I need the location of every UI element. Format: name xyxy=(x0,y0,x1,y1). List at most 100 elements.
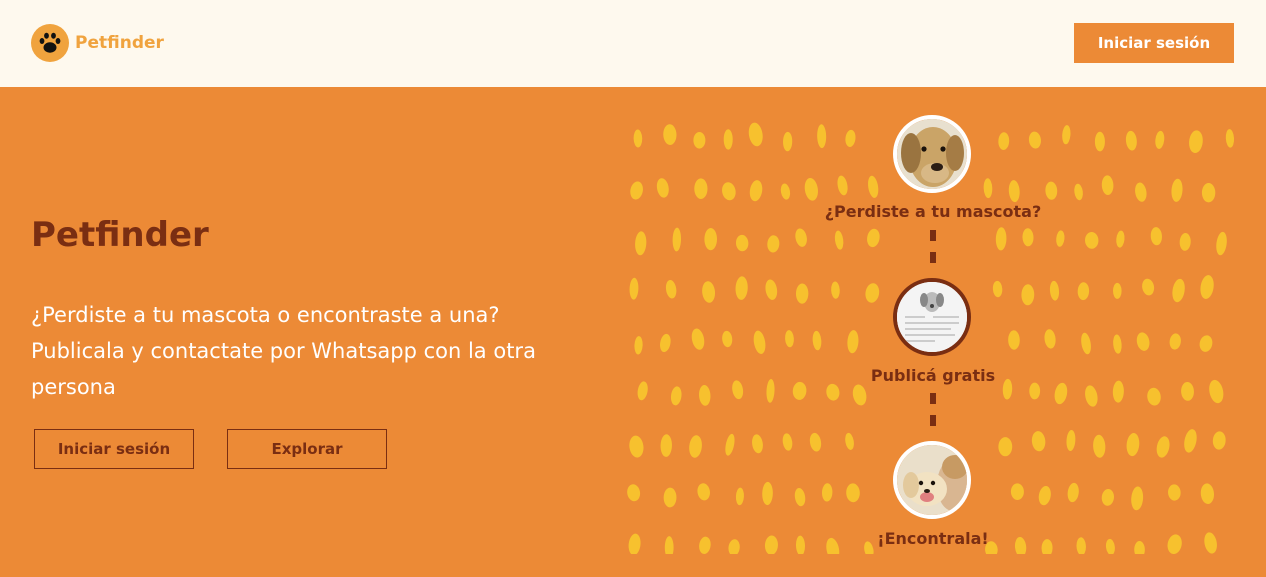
decorative-dot xyxy=(728,539,740,554)
decorative-dot xyxy=(722,330,733,348)
decorative-dot xyxy=(795,283,809,304)
brand[interactable]: Petfinder xyxy=(31,24,164,62)
decorative-dot xyxy=(660,333,671,353)
decorative-dot xyxy=(1031,431,1046,452)
decorative-dot xyxy=(783,131,793,152)
decorative-dot xyxy=(694,178,708,199)
hero-login-button[interactable]: Iniciar sesión xyxy=(34,429,194,469)
decorative-dot xyxy=(725,433,735,456)
decorative-dot xyxy=(628,533,641,554)
decorative-dot xyxy=(1116,230,1125,248)
decorative-dot xyxy=(764,535,778,554)
decorative-dot xyxy=(634,336,643,355)
decorative-dot xyxy=(1101,489,1114,506)
decorative-dot xyxy=(998,437,1013,457)
header-login-button[interactable]: Iniciar sesión xyxy=(1074,23,1234,63)
decorative-dot xyxy=(795,228,807,247)
decorative-dot xyxy=(633,129,643,148)
decorative-dot xyxy=(1171,178,1183,202)
decorative-dot xyxy=(780,183,791,200)
decorative-dot xyxy=(868,175,879,198)
decorative-dot xyxy=(656,178,669,198)
decorative-dot xyxy=(1169,333,1181,350)
decorative-dot xyxy=(753,330,766,354)
decorative-dot xyxy=(1212,431,1226,450)
hero-description: ¿Perdiste a tu mascota o encontraste a u… xyxy=(31,303,536,399)
decorative-dot xyxy=(629,435,644,458)
decorative-dot xyxy=(663,124,677,145)
decorative-dot xyxy=(1134,541,1145,554)
step-connector xyxy=(930,230,936,274)
decorative-dot xyxy=(1225,129,1235,148)
decorative-dot xyxy=(992,280,1003,298)
decorative-dot xyxy=(702,281,716,303)
decorative-dot xyxy=(846,483,860,503)
decorative-dot xyxy=(1136,332,1150,351)
decorative-dot xyxy=(983,178,993,199)
decorative-dot xyxy=(1112,380,1124,403)
decorative-dot xyxy=(1168,484,1181,501)
decorative-dot xyxy=(1045,181,1058,200)
decorative-dot xyxy=(1022,228,1034,247)
step-3-label: ¡Encontrala! xyxy=(877,529,989,548)
decorative-dot xyxy=(826,383,840,401)
decorative-dot xyxy=(847,330,859,354)
decorative-dot xyxy=(663,487,677,508)
decorative-dot xyxy=(1094,131,1105,152)
step-1-image xyxy=(893,115,971,193)
decorative-dot xyxy=(1209,379,1224,404)
decorative-dot xyxy=(1112,282,1122,299)
explore-button[interactable]: Explorar xyxy=(227,429,387,469)
decorative-dot xyxy=(1066,430,1076,451)
decorative-dot xyxy=(1126,433,1140,457)
decorative-dot xyxy=(837,175,848,196)
decorative-dot xyxy=(1010,483,1024,501)
decorative-dot xyxy=(723,129,733,150)
hero-section: Petfinder ¿Perdiste a tu mascota o encon… xyxy=(0,87,1266,577)
decorative-dot xyxy=(765,279,778,300)
decorative-dot xyxy=(1062,125,1071,145)
decorative-dot xyxy=(785,330,794,348)
decorative-dot xyxy=(1216,231,1227,256)
decorative-dot xyxy=(672,227,682,252)
decorative-dot xyxy=(766,379,775,403)
decorative-dot xyxy=(691,328,705,350)
decorative-dot xyxy=(693,132,706,149)
decorative-dot xyxy=(1200,275,1214,299)
decorative-dot xyxy=(1184,429,1197,453)
decorative-dot xyxy=(1179,233,1191,251)
decorative-dot xyxy=(762,481,773,506)
decorative-dot xyxy=(689,435,702,458)
decorative-dot xyxy=(812,330,822,351)
decorative-dot xyxy=(831,281,840,299)
decorative-dot xyxy=(704,228,718,251)
decorative-dot xyxy=(1135,182,1147,202)
decorative-dot xyxy=(1021,284,1035,306)
decorative-dot xyxy=(664,536,674,554)
decorative-dot xyxy=(660,434,672,457)
decorative-dot xyxy=(834,230,844,250)
brand-name: Petfinder xyxy=(75,33,164,53)
decorative-dot xyxy=(635,231,647,256)
decorative-dot xyxy=(699,385,711,406)
decorative-dot xyxy=(630,181,643,200)
decorative-dot xyxy=(629,277,639,300)
decorative-dot xyxy=(804,177,818,201)
decorative-dot xyxy=(1131,486,1144,511)
step-1-label: ¿Perdiste a tu mascota? xyxy=(824,202,1042,221)
decorative-dot xyxy=(1056,230,1065,247)
decorative-dot xyxy=(1113,334,1122,354)
decorative-dot xyxy=(1085,385,1098,407)
decorative-dot xyxy=(1067,482,1079,503)
decorative-dot xyxy=(1172,278,1185,303)
decorative-dot xyxy=(749,180,763,202)
step-connector xyxy=(930,393,936,437)
decorative-dot xyxy=(1054,382,1068,405)
decorative-dot xyxy=(767,235,780,253)
decorative-dot xyxy=(1201,183,1216,203)
decorative-dot xyxy=(998,132,1010,150)
decorative-dot xyxy=(1156,436,1170,458)
decorative-dot xyxy=(1028,131,1041,149)
decorative-dot xyxy=(1125,130,1137,151)
decorative-dot xyxy=(1029,382,1041,400)
